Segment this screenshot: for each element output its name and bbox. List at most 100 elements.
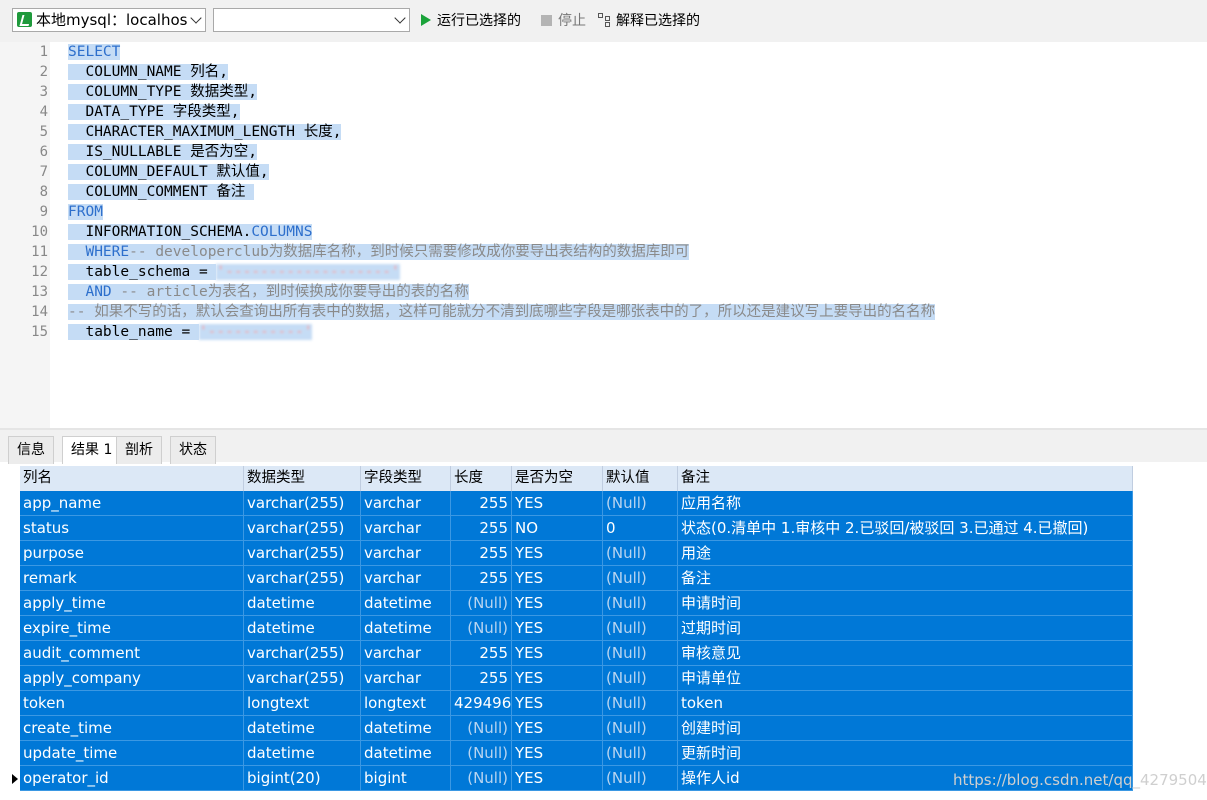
- grid-cell[interactable]: (Null): [451, 591, 512, 616]
- tab-info[interactable]: 信息: [8, 436, 54, 464]
- grid-cell[interactable]: 255: [451, 541, 512, 566]
- grid-cell[interactable]: datetime: [361, 741, 451, 766]
- grid-cell[interactable]: (Null): [603, 691, 678, 716]
- grid-cell[interactable]: (Null): [603, 616, 678, 641]
- grid-cell[interactable]: YES: [512, 716, 603, 741]
- grid-cell[interactable]: app_name: [20, 491, 244, 516]
- grid-cell[interactable]: YES: [512, 741, 603, 766]
- grid-cell[interactable]: varchar: [361, 666, 451, 691]
- sql-editor[interactable]: 1 SELECT 2 COLUMN_NAME 列名, 3 COLUMN_TYPE 数据…: [0, 42, 1207, 428]
- grid-cell[interactable]: varchar(255): [244, 541, 361, 566]
- code-line[interactable]: 10 INFORMATION_SCHEMA.COLUMNS: [0, 222, 1207, 242]
- result-grid[interactable]: 列名 数据类型 字段类型 长度 是否为空 默认值 备注 app_name varchar(255…: [8, 464, 1207, 800]
- grid-cell[interactable]: varchar(255): [244, 516, 361, 541]
- grid-cell[interactable]: 申请时间: [678, 591, 1133, 616]
- code-line[interactable]: 11 WHERE-- developerclub为数据库名称，到时候只需要修改成…: [0, 242, 1207, 262]
- grid-cell[interactable]: 申请单位: [678, 666, 1133, 691]
- grid-cell[interactable]: 255: [451, 566, 512, 591]
- code-line[interactable]: 14 -- 如果不写的话，默认会查询出所有表中的数据，这样可能就分不清到底哪些字段…: [0, 302, 1207, 322]
- grid-cell[interactable]: varchar(255): [244, 666, 361, 691]
- tab-status[interactable]: 状态: [170, 436, 216, 464]
- code-line[interactable]: 3 COLUMN_TYPE 数据类型,: [0, 82, 1207, 102]
- grid-cell[interactable]: YES: [512, 491, 603, 516]
- grid-cell[interactable]: longtext: [361, 691, 451, 716]
- table-row[interactable]: audit_comment varchar(255) varchar 255 YES (N…: [8, 641, 1133, 666]
- grid-cell[interactable]: token: [678, 691, 1133, 716]
- column-header[interactable]: 数据类型: [244, 466, 361, 491]
- grid-cell[interactable]: 255: [451, 666, 512, 691]
- grid-cell[interactable]: 审核意见: [678, 641, 1133, 666]
- grid-cell[interactable]: bigint: [361, 766, 451, 791]
- run-selected-button[interactable]: 运行已选择的: [421, 12, 521, 30]
- grid-cell[interactable]: (Null): [451, 741, 512, 766]
- grid-cell[interactable]: (Null): [451, 616, 512, 641]
- code-line[interactable]: 7 COLUMN_DEFAULT 默认值,: [0, 162, 1207, 182]
- grid-cell[interactable]: update_time: [20, 741, 244, 766]
- table-row[interactable]: apply_company varchar(255) varchar 255 YES (N…: [8, 666, 1133, 691]
- code-line[interactable]: 5 CHARACTER_MAXIMUM_LENGTH 长度,: [0, 122, 1207, 142]
- explain-selected-button[interactable]: 解释已选择的: [598, 12, 700, 30]
- table-row[interactable]: expire_time datetime datetime (Null) YES (Nul…: [8, 616, 1133, 641]
- table-row[interactable]: tokenlongtextlongtext4294967295YES(Null)…: [8, 691, 1133, 716]
- tab-result-1[interactable]: 结果 1: [62, 436, 122, 465]
- code-line[interactable]: 6 IS_NULLABLE 是否为空,: [0, 142, 1207, 162]
- grid-cell[interactable]: varchar: [361, 516, 451, 541]
- grid-cell[interactable]: audit_comment: [20, 641, 244, 666]
- column-header[interactable]: 列名: [20, 466, 244, 491]
- grid-cell[interactable]: datetime: [244, 591, 361, 616]
- grid-cell[interactable]: 4294967295: [451, 691, 512, 716]
- tab-profile[interactable]: 剖析: [116, 436, 162, 464]
- grid-cell[interactable]: YES: [512, 666, 603, 691]
- code-line[interactable]: 4 DATA_TYPE 字段类型,: [0, 102, 1207, 122]
- grid-cell[interactable]: 用途: [678, 541, 1133, 566]
- grid-cell[interactable]: NO: [512, 516, 603, 541]
- table-row[interactable]: purpose varchar(255) varchar 255 YES (Null) 用途: [8, 541, 1133, 566]
- code-line[interactable]: 13 AND -- article为表名，到时候换成你要导出的表的名称: [0, 282, 1207, 302]
- grid-cell[interactable]: bigint(20): [244, 766, 361, 791]
- grid-cell[interactable]: 255: [451, 516, 512, 541]
- grid-cell[interactable]: 255: [451, 641, 512, 666]
- grid-cell[interactable]: datetime: [361, 716, 451, 741]
- grid-cell[interactable]: 0: [603, 516, 678, 541]
- database-select[interactable]: [213, 8, 410, 32]
- grid-cell[interactable]: 更新时间: [678, 741, 1133, 766]
- grid-cell[interactable]: YES: [512, 766, 603, 791]
- grid-cell[interactable]: apply_company: [20, 666, 244, 691]
- grid-cell[interactable]: 创建时间: [678, 716, 1133, 741]
- grid-cell[interactable]: varchar: [361, 566, 451, 591]
- column-header[interactable]: 备注: [678, 466, 1133, 491]
- stop-button[interactable]: 停止: [541, 12, 586, 30]
- grid-cell[interactable]: YES: [512, 616, 603, 641]
- table-row[interactable]: update_time datetime datetime (Null) YES (Nul…: [8, 741, 1133, 766]
- table-row[interactable]: app_name varchar(255) varchar 255 YES (Null) 应…: [8, 491, 1133, 516]
- code-line[interactable]: 15 table_name = '-----------': [0, 322, 1207, 342]
- grid-cell[interactable]: varchar(255): [244, 491, 361, 516]
- grid-cell[interactable]: YES: [512, 691, 603, 716]
- grid-cell[interactable]: 备注: [678, 566, 1133, 591]
- grid-cell[interactable]: 255: [451, 491, 512, 516]
- grid-cell[interactable]: 状态(0.清单中 1.审核中 2.已驳回/被驳回 3.已通过 4.已撤回): [678, 516, 1133, 541]
- grid-cell[interactable]: (Null): [451, 766, 512, 791]
- grid-cell[interactable]: datetime: [244, 741, 361, 766]
- grid-cell[interactable]: (Null): [603, 766, 678, 791]
- code-line[interactable]: 8 COLUMN_COMMENT 备注: [0, 182, 1207, 202]
- grid-cell[interactable]: YES: [512, 591, 603, 616]
- grid-cell[interactable]: datetime: [244, 716, 361, 741]
- grid-cell[interactable]: (Null): [603, 541, 678, 566]
- grid-cell[interactable]: expire_time: [20, 616, 244, 641]
- grid-cell[interactable]: (Null): [603, 566, 678, 591]
- table-row[interactable]: status varchar(255) varchar 255 NO 0 状态(0.清单中 …: [8, 516, 1133, 541]
- grid-cell[interactable]: create_time: [20, 716, 244, 741]
- grid-cell[interactable]: 应用名称: [678, 491, 1133, 516]
- table-row[interactable]: remark varchar(255) varchar 255 YES (Null) 备注: [8, 566, 1133, 591]
- grid-cell[interactable]: varchar: [361, 641, 451, 666]
- grid-cell[interactable]: token: [20, 691, 244, 716]
- table-row[interactable]: create_time datetime datetime (Null) YES (Nul…: [8, 716, 1133, 741]
- code-line[interactable]: 1 SELECT: [0, 42, 1207, 62]
- column-header[interactable]: 长度: [451, 466, 512, 491]
- grid-cell[interactable]: (Null): [603, 741, 678, 766]
- grid-cell[interactable]: datetime: [361, 591, 451, 616]
- grid-cell[interactable]: (Null): [451, 716, 512, 741]
- code-line[interactable]: 12 table_schema = '-------------------': [0, 262, 1207, 282]
- grid-cell[interactable]: datetime: [361, 616, 451, 641]
